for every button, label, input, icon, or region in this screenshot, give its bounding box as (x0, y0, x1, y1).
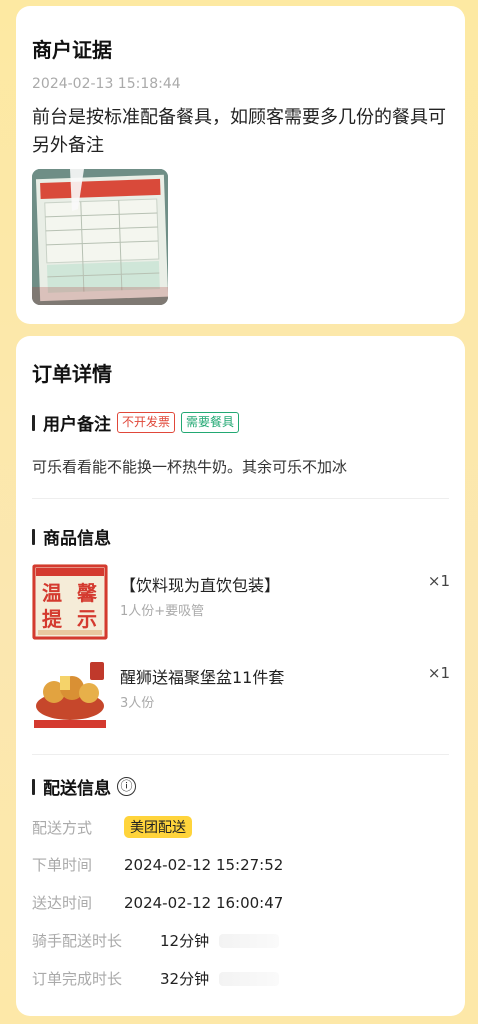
svg-text:温: 温 (42, 581, 62, 605)
svg-text:示: 示 (77, 607, 97, 631)
product-image (32, 656, 108, 732)
delivery-info-heading: 配送信息 ⓘ (32, 774, 136, 799)
evidence-photo[interactable] (32, 169, 168, 305)
product-name: 醒狮送福聚堡盆11件套 (120, 668, 285, 687)
divider (32, 498, 449, 499)
list-item[interactable]: 温 馨 提 示 【饮料现为直饮包装】 1人份+要吸管 ×1 (32, 564, 450, 642)
product-qty: ×1 (427, 572, 450, 590)
merchant-evidence-title: 商户证据 (32, 38, 112, 62)
delivery-method-badge: 美团配送 (124, 816, 192, 838)
order-details-title: 订单详情 (32, 362, 112, 386)
goods-info-heading: 商品信息 (32, 524, 111, 549)
user-remark-text: 可乐看看能不能换一杯热牛奶。其余可乐不加冰 (32, 458, 348, 476)
rider-duration-row: 骑手配送时长 12分钟 (32, 930, 280, 951)
divider (32, 754, 449, 755)
product-name: 【饮料现为直饮包装】 (120, 576, 281, 595)
need-utensils-tag: 需要餐具 (181, 412, 240, 433)
svg-text:馨: 馨 (76, 581, 98, 605)
delivered-time-row: 送达时间 2024-02-12 16:00:47 (32, 893, 284, 913)
order-time-row: 下单时间 2024-02-12 15:27:52 (32, 855, 284, 875)
user-remarks-heading: 用户备注 不开发票 需要餐具 (32, 410, 240, 435)
product-image: 温 馨 提 示 (32, 564, 108, 640)
product-qty: ×1 (427, 664, 450, 682)
info-icon[interactable]: ⓘ (117, 777, 136, 796)
evidence-timestamp: 2024-02-13 15:18:44 (32, 76, 181, 92)
list-item[interactable]: 醒狮送福聚堡盆11件套 3人份 ×1 (32, 656, 450, 734)
product-desc: 3人份 (120, 696, 155, 711)
product-desc: 1人份+要吸管 (120, 604, 205, 619)
evidence-text: 前台是按标准配备餐具，如顾客需要多几份的餐具可另外备注 (32, 107, 446, 156)
svg-text:提: 提 (42, 607, 63, 631)
merchant-evidence-card: 商户证据 2024-02-13 15:18:44 前台是按标准配备餐具，如顾客需… (16, 6, 465, 324)
no-invoice-tag: 不开发票 (117, 412, 176, 433)
completion-duration-row: 订单完成时长 32分钟 (32, 968, 280, 989)
delivery-method-row: 配送方式 美团配送 (32, 816, 192, 838)
order-details-card: 订单详情 用户备注 不开发票 需要餐具 可乐看看能不能换一杯热牛奶。其余可乐不加… (16, 336, 465, 1016)
